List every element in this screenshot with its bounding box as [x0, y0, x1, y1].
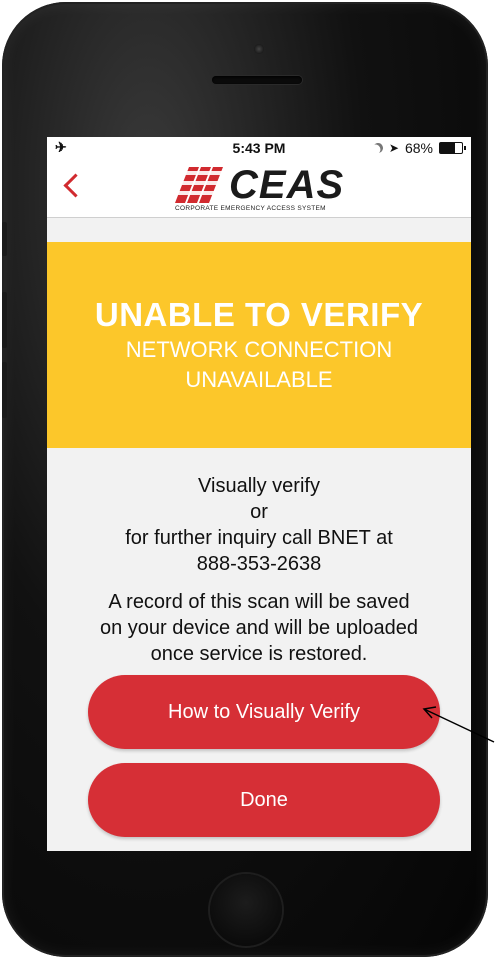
message-line2: or — [250, 501, 268, 523]
mute-switch — [2, 222, 7, 256]
record-notice: A record of this scan will be saved on y… — [57, 589, 461, 667]
banner-subtitle-line1: NETWORK CONNECTION — [125, 337, 393, 362]
done-button[interactable]: Done — [88, 763, 440, 837]
phone-frame: ✈ 5:43 PM ➤ 68% CEAS CORPORATE EMERGENCY… — [2, 2, 488, 957]
status-bar: ✈ 5:43 PM ➤ 68% — [47, 137, 471, 159]
ceas-logo: CEAS CORPORATE EMERGENCY ACCESS SYSTEM — [175, 163, 365, 213]
app-screen: ✈ 5:43 PM ➤ 68% CEAS CORPORATE EMERGENCY… — [47, 137, 471, 851]
banner-title: UNABLE TO VERIFY — [94, 296, 424, 333]
logo-name: CEAS — [229, 163, 345, 207]
instruction-message: Visually verify or for further inquiry c… — [47, 473, 471, 577]
logo-stripes-icon — [175, 167, 225, 203]
chevron-left-icon[interactable] — [63, 173, 88, 198]
volume-down-button — [2, 362, 7, 418]
record-line3: once service is restored. — [150, 643, 368, 665]
moon-icon — [371, 141, 385, 155]
status-right: ➤ 68% — [371, 140, 466, 156]
message-line3: for further inquiry call BNET at — [125, 527, 393, 549]
record-line1: A record of this scan will be saved — [108, 591, 410, 613]
home-button — [210, 874, 282, 946]
record-line2: on your device and will be uploaded — [100, 617, 418, 639]
error-banner: UNABLE TO VERIFY NETWORK CONNECTION UNAV… — [47, 242, 471, 448]
banner-subtitle-line2: UNAVAILABLE — [185, 367, 333, 392]
how-to-visually-verify-button[interactable]: How to Visually Verify — [88, 675, 440, 749]
phone-number: 888-353-2638 — [196, 553, 322, 575]
volume-up-button — [2, 292, 7, 348]
earpiece-speaker — [212, 76, 302, 84]
navigation-bar: CEAS CORPORATE EMERGENCY ACCESS SYSTEM — [47, 159, 471, 218]
front-camera — [254, 44, 264, 54]
logo-tagline: CORPORATE EMERGENCY ACCESS SYSTEM — [175, 205, 326, 212]
message-line1: Visually verify — [198, 475, 320, 497]
battery-icon — [439, 142, 466, 154]
location-arrow-icon: ➤ — [388, 141, 399, 155]
battery-percent: 68% — [404, 140, 433, 156]
